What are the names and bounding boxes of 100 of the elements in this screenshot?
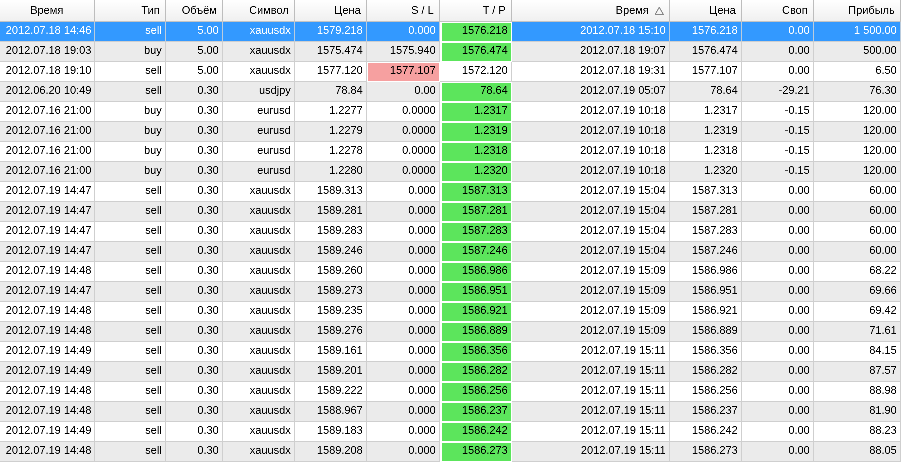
- table-cell: 120.00: [814, 122, 901, 142]
- table-cell: 81.90: [814, 402, 901, 422]
- table-cell: 0.000: [367, 362, 440, 382]
- column-header[interactable]: Своп: [742, 0, 814, 22]
- table-cell: 69.66: [814, 282, 901, 302]
- table-cell: 1586.356: [440, 342, 512, 362]
- table-cell: 2012.07.19 14:48: [0, 382, 95, 402]
- table-cell: 0.00: [742, 242, 814, 262]
- table-cell: 1.2317: [670, 102, 742, 122]
- table-cell: 0.30: [166, 182, 223, 202]
- table-cell: 2012.07.19 14:49: [0, 422, 95, 442]
- table-cell: 2012.07.19 15:09: [512, 322, 670, 342]
- table-cell: 1586.921: [440, 302, 512, 322]
- table-cell: xauusdx: [223, 362, 295, 382]
- table-cell: 6.50: [814, 62, 901, 82]
- table-cell: 1.2277: [295, 102, 367, 122]
- table-cell: 1586.889: [670, 322, 742, 342]
- table-cell: 0.0000: [367, 142, 440, 162]
- table-cell: buy: [95, 102, 166, 122]
- table-cell: 2012.07.19 15:04: [512, 182, 670, 202]
- column-header[interactable]: Объём: [166, 0, 223, 22]
- table-cell: 60.00: [814, 182, 901, 202]
- table-cell: 0.00: [742, 22, 814, 42]
- table-cell: 2012.07.19 15:11: [512, 382, 670, 402]
- table-cell: 2012.07.19 14:47: [0, 242, 95, 262]
- table-cell: 1586.237: [670, 402, 742, 422]
- table-cell: 1.2320: [670, 162, 742, 182]
- table-cell: 60.00: [814, 202, 901, 222]
- column-header[interactable]: Символ: [223, 0, 295, 22]
- table-cell: 0.00: [742, 322, 814, 342]
- table-cell: 0.30: [166, 382, 223, 402]
- column-header[interactable]: S / L: [367, 0, 440, 22]
- table-cell: 1575.940: [367, 42, 440, 62]
- table-cell: 1589.313: [295, 182, 367, 202]
- table-cell: 0.30: [166, 242, 223, 262]
- table-cell: xauusdx: [223, 442, 295, 462]
- table-cell: 1575.474: [295, 42, 367, 62]
- column-header[interactable]: Тип: [95, 0, 166, 22]
- table-cell: 1.2319: [440, 122, 512, 142]
- table-cell: 0.30: [166, 102, 223, 122]
- table-cell: 2012.07.19 15:09: [512, 282, 670, 302]
- table-cell: usdjpy: [223, 82, 295, 102]
- table-cell: 0.00: [742, 342, 814, 362]
- table-cell: sell: [95, 222, 166, 242]
- table-cell: 1586.951: [670, 282, 742, 302]
- table-cell: 1.2280: [295, 162, 367, 182]
- table-cell: 2012.07.19 15:09: [512, 302, 670, 322]
- table-cell: 1 500.00: [814, 22, 901, 42]
- table-cell: 1.2318: [440, 142, 512, 162]
- table-cell: 1587.313: [440, 182, 512, 202]
- table-cell: 1589.283: [295, 222, 367, 242]
- table-cell: xauusdx: [223, 182, 295, 202]
- table-cell: -0.15: [742, 142, 814, 162]
- table-cell: 1.2317: [440, 102, 512, 122]
- table-cell: 1586.889: [440, 322, 512, 342]
- table-cell: 2012.07.19 10:18: [512, 142, 670, 162]
- column-header[interactable]: Прибыль: [814, 0, 901, 22]
- table-cell: 0.000: [367, 322, 440, 342]
- table-cell: 500.00: [814, 42, 901, 62]
- sort-icon: [655, 6, 664, 14]
- table-cell: 1.2279: [295, 122, 367, 142]
- table-cell: 0.30: [166, 422, 223, 442]
- table-cell: 1587.313: [670, 182, 742, 202]
- column-header[interactable]: Время: [512, 0, 670, 22]
- table-cell: sell: [95, 242, 166, 262]
- table-cell: sell: [95, 342, 166, 362]
- table-cell: 2012.07.19 10:18: [512, 122, 670, 142]
- table-cell: 5.00: [166, 62, 223, 82]
- table-cell: 1576.474: [670, 42, 742, 62]
- column-header[interactable]: Цена: [295, 0, 367, 22]
- table-cell: 1586.273: [670, 442, 742, 462]
- table-cell: 0.00: [742, 222, 814, 242]
- table-cell: sell: [95, 22, 166, 42]
- table-cell: 1586.237: [440, 402, 512, 422]
- table-cell: 2012.07.19 15:04: [512, 202, 670, 222]
- table-cell: sell: [95, 82, 166, 102]
- table-cell: 0.00: [367, 82, 440, 102]
- table-cell: 0.00: [742, 262, 814, 282]
- table-cell: 1.2318: [670, 142, 742, 162]
- column-header[interactable]: Время: [0, 0, 95, 22]
- table-cell: sell: [95, 382, 166, 402]
- table-cell: buy: [95, 122, 166, 142]
- table-cell: 0.00: [742, 202, 814, 222]
- table-cell: 1586.951: [440, 282, 512, 302]
- table-cell: 2012.07.16 21:00: [0, 142, 95, 162]
- table-cell: 0.30: [166, 202, 223, 222]
- table-cell: 2012.07.19 14:48: [0, 442, 95, 462]
- table-cell: xauusdx: [223, 422, 295, 442]
- table-cell: xauusdx: [223, 302, 295, 322]
- table-cell: 2012.07.19 14:48: [0, 262, 95, 282]
- column-header[interactable]: T / P: [440, 0, 512, 22]
- table-cell: 0.30: [166, 362, 223, 382]
- table-cell: 1572.120: [440, 62, 512, 82]
- table-cell: 2012.07.18 14:46: [0, 22, 95, 42]
- table-cell: 2012.07.19 15:11: [512, 442, 670, 462]
- column-header[interactable]: Цена: [670, 0, 742, 22]
- table-cell: 1589.246: [295, 242, 367, 262]
- table-cell: sell: [95, 402, 166, 422]
- table-cell: 0.00: [742, 422, 814, 442]
- table-cell: 0.00: [742, 182, 814, 202]
